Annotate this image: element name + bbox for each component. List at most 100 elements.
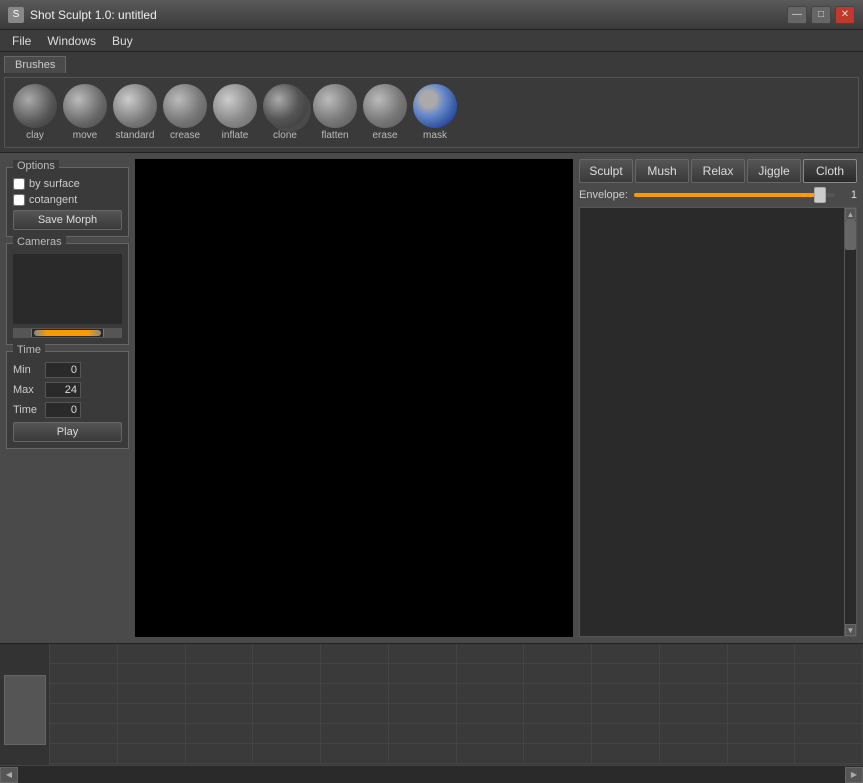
by-surface-checkbox[interactable]: [13, 178, 25, 190]
timeline-cell: [524, 644, 592, 663]
timeline-cell: [118, 744, 186, 763]
timeline-cell: [321, 684, 389, 703]
timeline-cell: [592, 664, 660, 683]
brush-ball-standard: [113, 84, 157, 128]
menu-file[interactable]: File: [4, 32, 39, 50]
timeline-cell: [592, 684, 660, 703]
cotangent-checkbox[interactable]: [13, 194, 25, 206]
titlebar: S Shot Sculpt 1.0: untitled — □ ✕: [0, 0, 863, 30]
play-button[interactable]: Play: [13, 422, 122, 442]
timeline-cell: [795, 724, 863, 743]
tab-sculpt[interactable]: Sculpt: [579, 159, 633, 183]
tab-mush[interactable]: Mush: [635, 159, 689, 183]
timeline-row-6: [50, 744, 863, 764]
time-max-input[interactable]: [45, 382, 81, 398]
scroll-thumb-vertical[interactable]: [845, 220, 856, 250]
timeline-cell: [253, 644, 321, 663]
timeline-cell: [389, 684, 457, 703]
brush-clay[interactable]: clay: [13, 84, 57, 141]
timeline-cell: [524, 664, 592, 683]
menubar: File Windows Buy: [0, 30, 863, 52]
cameras-scroll-right[interactable]: [103, 329, 121, 337]
brush-ball-inflate: [213, 84, 257, 128]
timeline-cell: [524, 704, 592, 723]
tab-cloth[interactable]: Cloth: [803, 159, 857, 183]
window-title: Shot Sculpt 1.0: untitled: [30, 8, 787, 22]
menu-buy[interactable]: Buy: [104, 32, 141, 50]
timeline-cell: [389, 724, 457, 743]
timeline-cell: [728, 744, 796, 763]
cameras-scroll-left[interactable]: [14, 329, 32, 337]
timeline-cell: [457, 664, 525, 683]
brush-mask[interactable]: mask: [413, 84, 457, 141]
timeline-scroll-right-button[interactable]: ▶: [845, 767, 863, 783]
timeline-cell: [728, 704, 796, 723]
timeline-cell: [795, 704, 863, 723]
tab-jiggle[interactable]: Jiggle: [747, 159, 801, 183]
timeline-row-1: [50, 644, 863, 664]
save-morph-button[interactable]: Save Morph: [13, 210, 122, 230]
timeline-cell: [186, 644, 254, 663]
scroll-up-button[interactable]: ▲: [845, 208, 856, 220]
timeline-main: [0, 644, 863, 765]
timeline-tracks: [50, 644, 863, 765]
minimize-button[interactable]: —: [787, 6, 807, 24]
timeline-cell: [389, 644, 457, 663]
cameras-scrollbar[interactable]: [13, 328, 122, 338]
brush-label-erase: erase: [372, 130, 397, 141]
brush-inflate[interactable]: inflate: [213, 84, 257, 141]
brush-ball-clay: [13, 84, 57, 128]
envelope-slider[interactable]: [634, 193, 835, 197]
timeline-cell: [321, 664, 389, 683]
time-time-input[interactable]: [45, 402, 81, 418]
timeline-scrollbar-horizontal[interactable]: ◀ ▶: [0, 765, 863, 783]
time-title: Time: [13, 344, 45, 356]
timeline-cell: [524, 744, 592, 763]
timeline-cell: [660, 704, 728, 723]
time-max-label: Max: [13, 384, 41, 396]
timeline-cell: [321, 704, 389, 723]
timeline-left: [0, 644, 50, 765]
brush-standard[interactable]: standard: [113, 84, 157, 141]
brushes-tab[interactable]: Brushes: [4, 56, 66, 73]
brush-ball-flatten: [313, 84, 357, 128]
cameras-panel: Cameras: [6, 243, 129, 345]
brush-flatten[interactable]: flatten: [313, 84, 357, 141]
maximize-button[interactable]: □: [811, 6, 831, 24]
brush-clone[interactable]: clone: [263, 84, 307, 141]
brush-crease[interactable]: crease: [163, 84, 207, 141]
menu-windows[interactable]: Windows: [39, 32, 104, 50]
timeline-cell: [592, 724, 660, 743]
timeline-cell: [50, 704, 118, 723]
window-controls: — □ ✕: [787, 6, 855, 24]
tab-relax[interactable]: Relax: [691, 159, 745, 183]
keyframes-scrollbar-vertical[interactable]: ▲ ▼: [844, 208, 856, 636]
time-min-input[interactable]: [45, 362, 81, 378]
main-area: Options by surface cotangent Save Morph …: [0, 153, 863, 643]
scroll-down-button[interactable]: ▼: [845, 624, 856, 636]
timeline-scroll-left-button[interactable]: ◀: [0, 767, 18, 783]
timeline-cell: [795, 664, 863, 683]
brush-ball-clone: [263, 84, 307, 128]
app-icon: S: [8, 7, 24, 23]
timeline-cell: [50, 644, 118, 663]
close-button[interactable]: ✕: [835, 6, 855, 24]
timeline-row-5: [50, 724, 863, 744]
timeline-row-2: [50, 664, 863, 684]
timeline-cell: [660, 644, 728, 663]
brush-ball-erase: [363, 84, 407, 128]
timeline-cell: [186, 704, 254, 723]
time-panel: Time Min Max Time Play: [6, 351, 129, 449]
timeline-cell: [321, 744, 389, 763]
brush-erase[interactable]: erase: [363, 84, 407, 141]
time-min-label: Min: [13, 364, 41, 376]
brush-move[interactable]: move: [63, 84, 107, 141]
timeline-thumb[interactable]: [4, 675, 46, 745]
timeline-cell: [186, 664, 254, 683]
timeline-cell: [118, 664, 186, 683]
timeline-cell: [253, 684, 321, 703]
timeline-cell: [186, 724, 254, 743]
viewport[interactable]: [135, 159, 573, 637]
timeline-cell: [186, 744, 254, 763]
cotangent-row: cotangent: [13, 194, 122, 206]
